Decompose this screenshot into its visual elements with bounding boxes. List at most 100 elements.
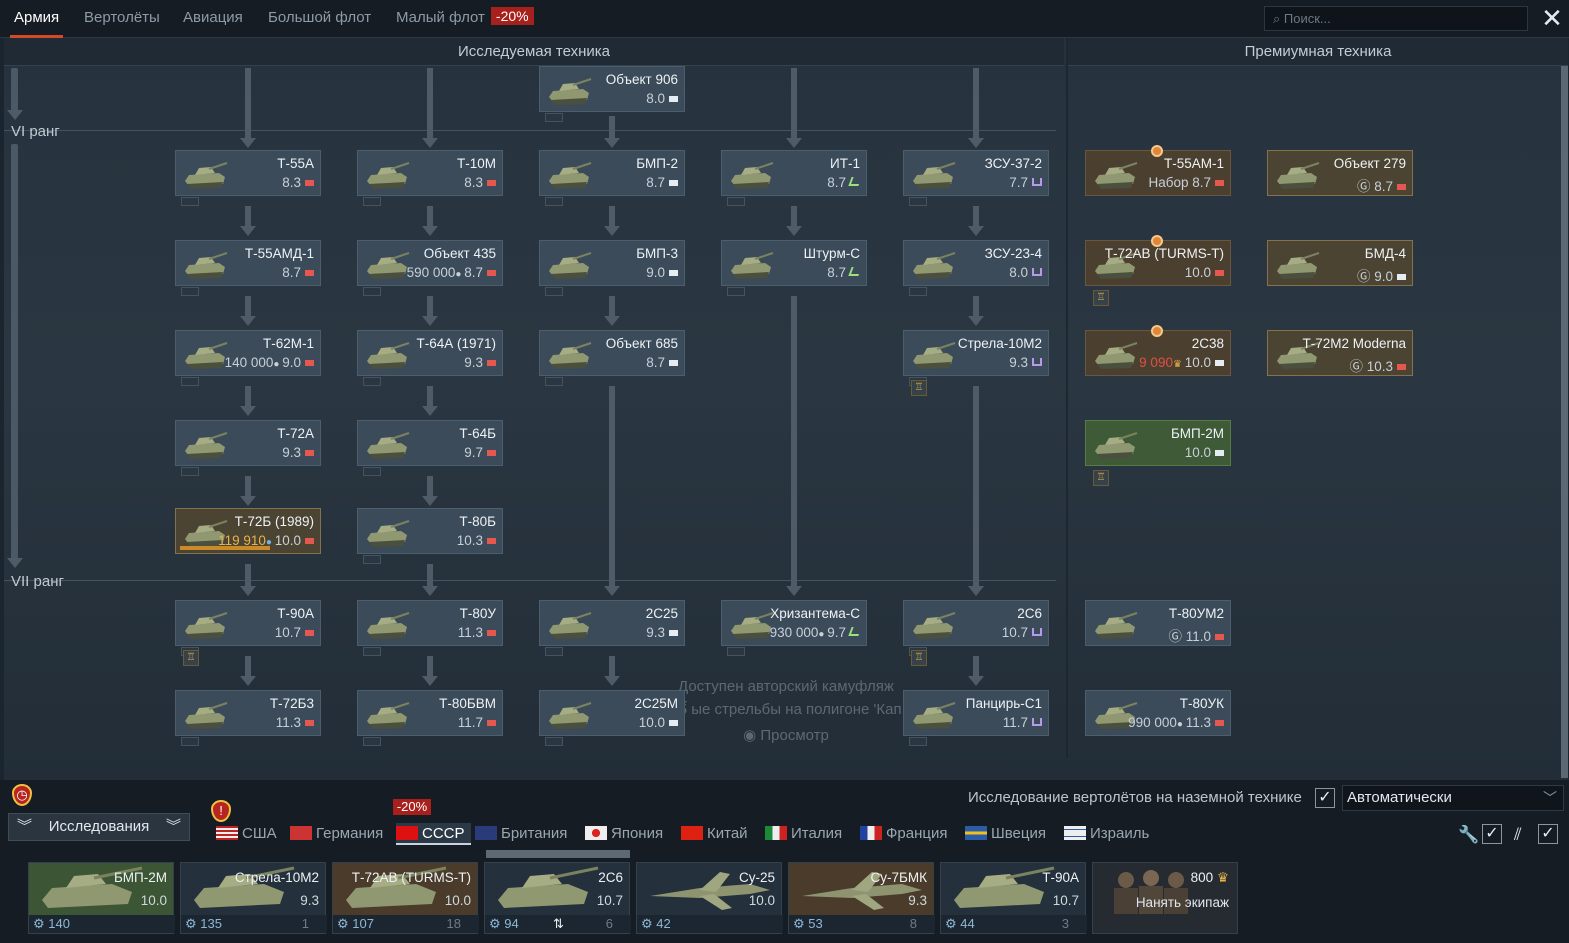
tab-aviation[interactable]: Авиация [183, 0, 243, 38]
modification-icon: ♖ [1093, 470, 1109, 486]
nation-tab-ussr[interactable]: СССР [396, 823, 471, 845]
tree-connector [245, 564, 251, 586]
medium-tank-icon [487, 450, 496, 456]
vehicle-slot-tab [181, 467, 199, 476]
crew-slot[interactable]: Т-90А 10.7 ⚙ 44 3 [940, 862, 1087, 934]
vehicle-card-t62m1[interactable]: Т-62М-1 140 000● 9.0 [175, 330, 321, 376]
scrollbar[interactable] [1561, 66, 1568, 778]
nation-tab-germany[interactable]: Германия [290, 823, 383, 845]
close-icon[interactable]: ✕ [1538, 3, 1566, 33]
spaa-icon [1032, 178, 1042, 186]
vehicle-card-t80b[interactable]: Т-80Б 10.3 [357, 508, 503, 554]
golden-eagle-icon: ♛ [1172, 359, 1185, 370]
wrench-icon[interactable]: 🔧 [1458, 825, 1479, 845]
crew-slot[interactable]: БМП-2М 10.0 ⚙ 140 [28, 862, 175, 934]
vehicle-card-it1[interactable]: ИТ-1 8.7 [721, 150, 867, 196]
vehicle-battle-rating: 8.7 [646, 175, 678, 190]
br-value: 11.3 [457, 625, 483, 640]
vehicle-battle-rating: 8.0 [646, 91, 678, 106]
tree-connector [973, 656, 979, 676]
nation-tab-japan[interactable]: Япония [585, 823, 663, 845]
vehicle-card-t55a[interactable]: Т-55А 8.3 [175, 150, 321, 196]
vehicle-card-t72b3[interactable]: Т-72Б3 11.3 [175, 690, 321, 736]
medium-tank-icon [1215, 634, 1224, 640]
nation-tab-sweden[interactable]: Швеция [965, 823, 1046, 845]
br-value: 11.7 [1002, 715, 1028, 730]
vehicle-slot-tab [181, 737, 199, 746]
search-input[interactable]: ⌕ Поиск... [1264, 6, 1528, 31]
vehicle-card-t72b[interactable]: Т-72Б (1989) 119 910● 10.0 [175, 508, 321, 554]
vehicle-card-bmp3[interactable]: БМП-3 9.0 [539, 240, 685, 286]
vehicle-card-2s25m[interactable]: 2С25М 10.0 [539, 690, 685, 736]
section-divider [1066, 38, 1068, 758]
crew-vehicle-name: Су-25 [738, 870, 775, 885]
hire-crew-slot[interactable]: 800 ♛ Нанять экипаж [1092, 862, 1238, 934]
ammo-checkbox[interactable]: ✓ [1538, 824, 1558, 844]
vehicle-battle-rating: 8.3 [464, 175, 496, 190]
vehicle-card-t10m[interactable]: Т-10М 8.3 [357, 150, 503, 196]
vehicle-card-t80u[interactable]: Т-80У 11.3 [357, 600, 503, 646]
research-button[interactable]: ︾ Исследования ︾ [8, 813, 190, 841]
tree-connector [609, 116, 615, 138]
britain-flag-icon [475, 826, 497, 840]
vehicle-card-strela[interactable]: Стрела-10М2 9.3 [903, 330, 1049, 376]
repair-checkbox[interactable]: ✓ [1482, 824, 1502, 844]
nation-tab-china[interactable]: Китай [681, 823, 748, 845]
tab-coastal-fleet[interactable]: Малый флот -20% [396, 0, 534, 38]
vehicle-card-obj435[interactable]: Объект 435 590 000● 8.7 [357, 240, 503, 286]
vehicle-card-t72m2[interactable]: Т-72М2 Moderna Ⓖ 10.3 [1267, 330, 1413, 376]
vehicle-slot-tab [545, 113, 563, 122]
vehicle-card-t64b[interactable]: Т-64Б 9.7 [357, 420, 503, 466]
vehicle-prefix: Ⓖ [1168, 629, 1186, 644]
br-value: 8.7 [646, 175, 665, 190]
crew-slot[interactable]: Т-72АВ (TURMS-T) 10.0 ⚙ 107 18 [332, 862, 479, 934]
heli-research-mode-select[interactable]: Автоматически ﹀ [1342, 785, 1564, 811]
tank-icon [1091, 427, 1139, 461]
vehicle-card-obj685[interactable]: Объект 685 8.7 [539, 330, 685, 376]
vehicle-card-t64a[interactable]: Т-64А (1971) 9.3 [357, 330, 503, 376]
crew-slot[interactable]: Стрела-10М2 9.3 ⚙ 135 1 [180, 862, 327, 934]
swap-icon[interactable]: ⇅ [553, 915, 564, 933]
vehicle-card-bmp2[interactable]: БМП-2 8.7 [539, 150, 685, 196]
heli-research-checkbox[interactable]: ✓ [1315, 788, 1335, 808]
tank-icon [909, 337, 957, 371]
vehicle-card-pantsir[interactable]: Панцирь-С1 11.7 [903, 690, 1049, 736]
vehicle-card-obj906[interactable]: Объект 906 8.0 [539, 66, 685, 112]
vehicle-name: Т-80БВМ [439, 696, 496, 711]
vehicle-name: Т-55АМ-1 [1163, 156, 1224, 171]
tab-helicopters[interactable]: Вертолёты [84, 0, 160, 38]
vehicle-name: Хризантема-С [770, 606, 860, 621]
vehicle-card-obj279[interactable]: Объект 279 Ⓖ 8.7 [1267, 150, 1413, 196]
vehicle-card-shturm[interactable]: Штурм-С 8.7 [721, 240, 867, 286]
vehicle-card-bmd4[interactable]: БМД-4 Ⓖ 9.0 [1267, 240, 1413, 286]
nation-tab-italy[interactable]: Италия [765, 823, 842, 845]
vehicle-card-t80uk[interactable]: Т-80УК 990 000● 11.3 [1085, 690, 1231, 736]
nation-tab-britain[interactable]: Британия [475, 823, 567, 845]
vehicle-card-zsu23[interactable]: ЗСУ-23-4 8.0 [903, 240, 1049, 286]
vehicle-slot-tab [181, 287, 199, 296]
vehicle-card-t72a[interactable]: Т-72А 9.3 [175, 420, 321, 466]
vehicle-card-2s25[interactable]: 2С25 9.3 [539, 600, 685, 646]
nation-tab-usa[interactable]: США [216, 823, 277, 845]
tank-icon [181, 697, 229, 731]
tab-bluewater-fleet[interactable]: Большой флот [268, 0, 371, 38]
vehicle-card-t80um2[interactable]: Т-80УМ2 Ⓖ 11.0 [1085, 600, 1231, 646]
br-value: 9.3 [282, 445, 301, 460]
tab-army[interactable]: Армия [10, 0, 64, 38]
vehicle-card-2s6[interactable]: 2С6 10.7 [903, 600, 1049, 646]
vehicle-cost: 140 000 [224, 355, 274, 370]
vehicle-card-t90a[interactable]: Т-90А 10.7 [175, 600, 321, 646]
vehicle-card-t55amd1[interactable]: Т-55АМД-1 8.7 [175, 240, 321, 286]
br-value: 8.0 [1009, 265, 1028, 280]
nation-tab-israel[interactable]: Израиль [1064, 823, 1149, 845]
vehicle-card-t80bvm[interactable]: Т-80БВМ 11.7 [357, 690, 503, 736]
crew-slot[interactable]: Су-7БМК 9.3 ⚙ 53 8 [788, 862, 935, 934]
crew-slot[interactable]: Су-25 10.0 ⚙ 42 [636, 862, 783, 934]
vehicle-card-bmp2m[interactable]: БМП-2М 10.0 [1085, 420, 1231, 466]
tree-connector [245, 296, 251, 318]
vehicle-card-zsu37[interactable]: ЗСУ-37-2 7.7 [903, 150, 1049, 196]
ammo-icon[interactable]: ⫽ [1514, 825, 1522, 845]
nation-tab-france[interactable]: Франция [860, 823, 947, 845]
crew-slot[interactable]: 2С6 10.7 ⚙ 94 ⇅ 6 [484, 862, 631, 934]
vehicle-card-khriz[interactable]: Хризантема-С 930 000● 9.7 [721, 600, 867, 646]
